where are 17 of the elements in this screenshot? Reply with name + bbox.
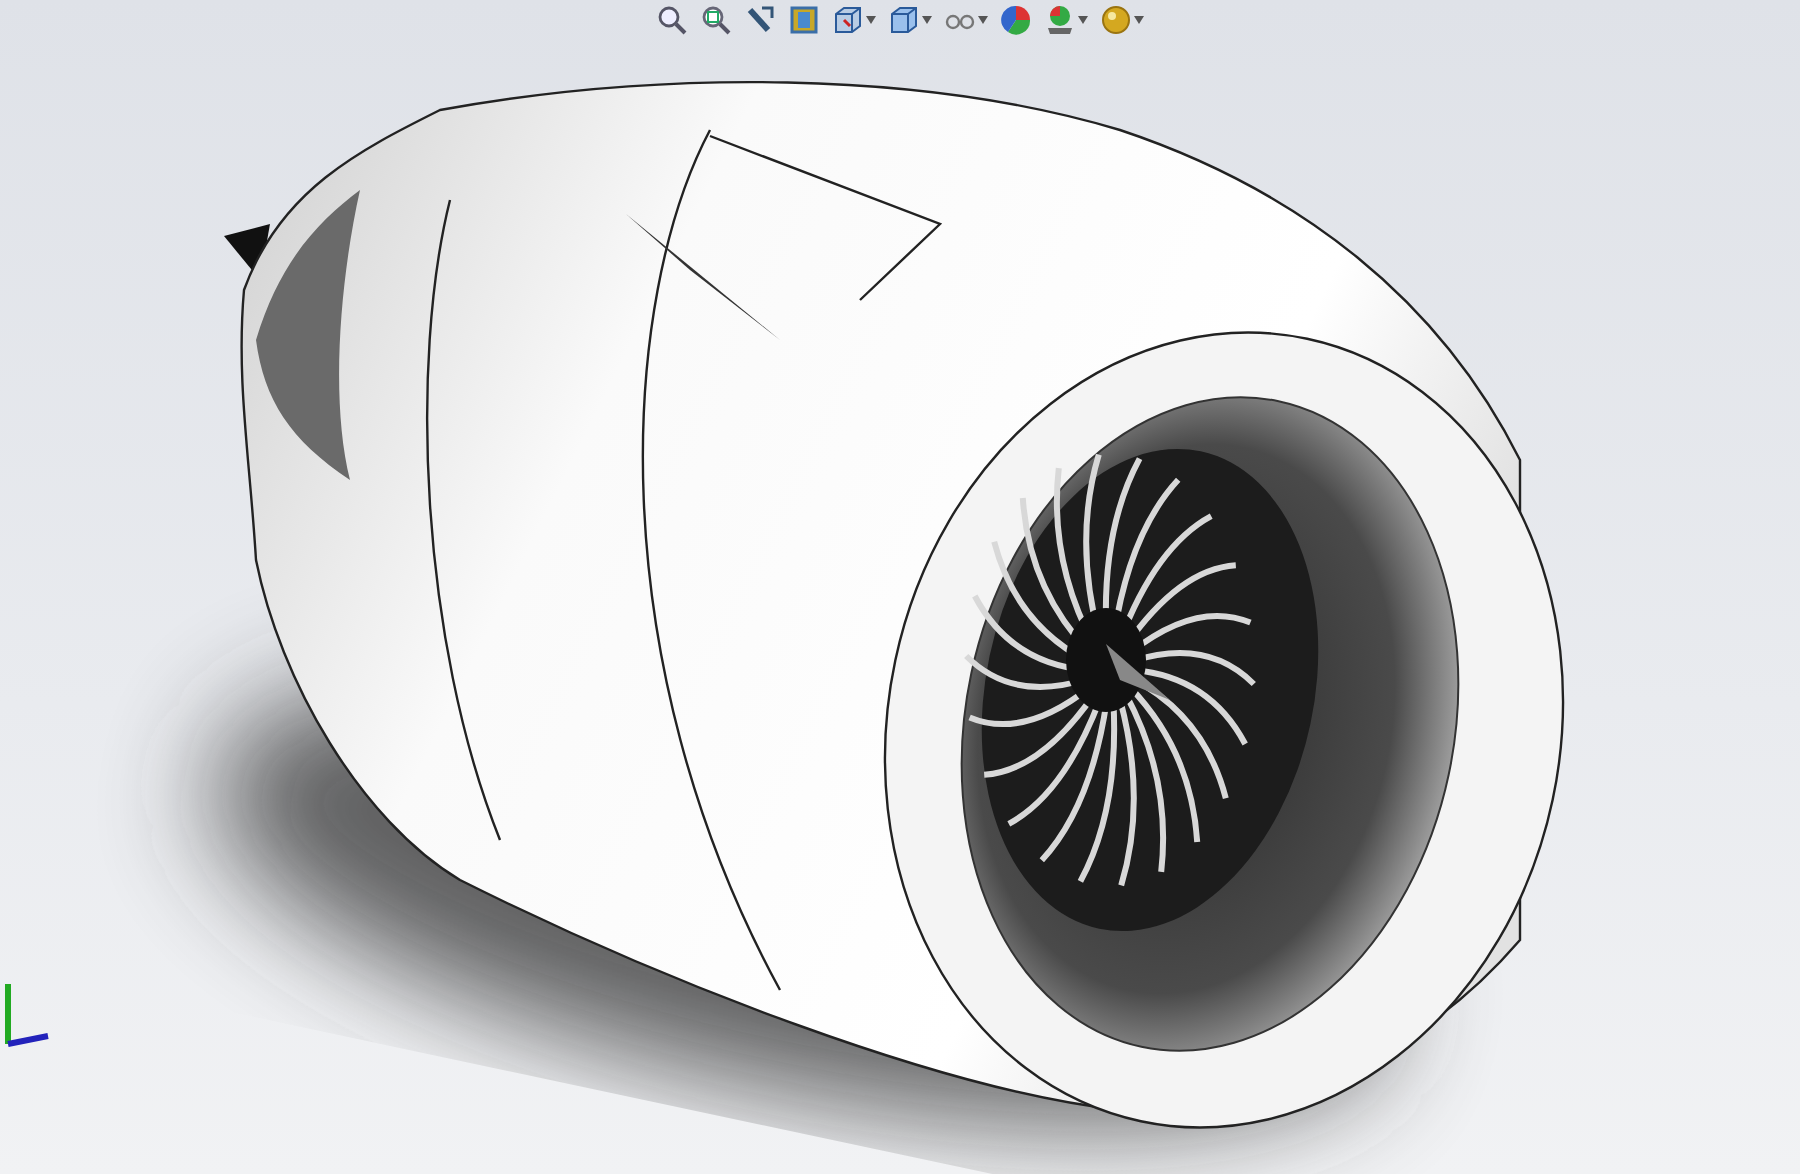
caret-icon (978, 16, 988, 24)
zoom-icon (656, 4, 688, 36)
caret-icon (1078, 16, 1088, 24)
sphere-icon (1100, 4, 1132, 36)
caret-icon (1134, 16, 1144, 24)
color-ball-icon (1000, 4, 1032, 36)
caret-icon (922, 16, 932, 24)
toolbar-button[interactable] (1098, 0, 1146, 40)
toolbar-button[interactable] (998, 0, 1034, 40)
cube-icon (888, 4, 920, 36)
section-icon (788, 4, 820, 36)
axis-triad-drawing (5, 984, 49, 1047)
toolbar-button[interactable] (1042, 0, 1090, 40)
scene-icon (1044, 4, 1076, 36)
zoom-icon (700, 4, 732, 36)
cube-icon (832, 4, 864, 36)
caret-icon (866, 16, 876, 24)
